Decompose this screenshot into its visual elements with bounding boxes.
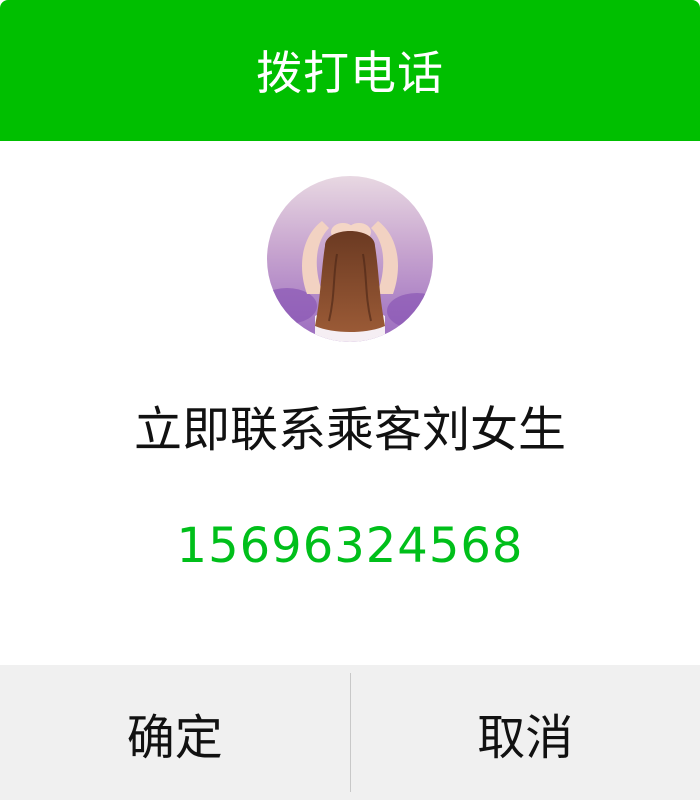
contact-text: 立即联系乘客刘女生 bbox=[133, 402, 566, 458]
cancel-button[interactable]: 取消 bbox=[351, 665, 700, 800]
avatar bbox=[267, 176, 433, 342]
dialog-header: 拨打电话 bbox=[0, 0, 700, 141]
call-dialog: 拨打电话 立即联系乘客刘女生 15696324568 确定 取消 bbox=[0, 0, 700, 800]
avatar-image bbox=[267, 176, 433, 342]
dialog-footer: 确定 取消 bbox=[0, 665, 700, 800]
confirm-button[interactable]: 确定 bbox=[0, 665, 350, 800]
dialog-title: 拨打电话 bbox=[256, 45, 444, 100]
phone-number[interactable]: 15696324568 bbox=[0, 514, 700, 578]
